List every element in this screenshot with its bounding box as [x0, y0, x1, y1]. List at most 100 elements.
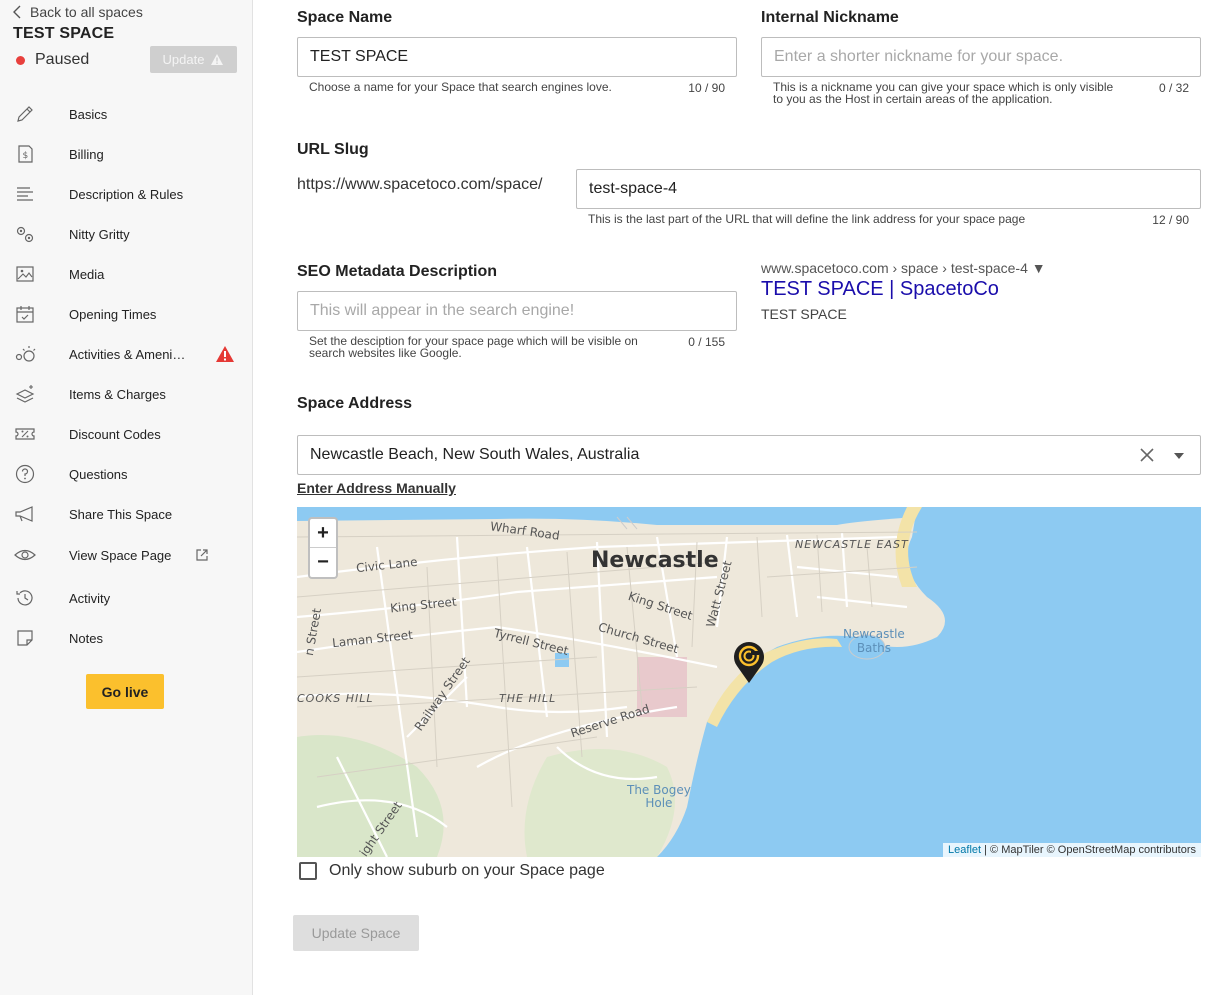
- zoom-in-button[interactable]: +: [310, 519, 336, 548]
- map-label-cooks-hill: COOKS HILL: [297, 692, 374, 705]
- url-slug-prefix: https://www.spacetoco.com/space/: [297, 176, 543, 193]
- pencil-icon: [14, 103, 36, 125]
- chevron-left-icon: [13, 5, 21, 19]
- seo-preview-url: www.spacetoco.com › space › test-space-4…: [761, 260, 1046, 276]
- map-label-the-hill: THE HILL: [499, 692, 557, 705]
- sidebar-item-discount-codes[interactable]: Discount Codes: [0, 414, 253, 454]
- sidebar-item-media[interactable]: Media: [0, 254, 253, 294]
- sidebar-item-label: Activity: [69, 590, 111, 606]
- sidebar-item-label: Nitty Gritty: [69, 226, 130, 242]
- seo-description-input[interactable]: This will appear in the search engine!: [297, 291, 737, 331]
- update-space-button[interactable]: Update Space: [293, 915, 419, 951]
- seo-description-label: SEO Metadata Description: [297, 263, 498, 280]
- url-slug-helper: This is the last part of the URL that wi…: [588, 212, 1026, 226]
- sidebar-item-view-space-page[interactable]: View Space Page: [0, 535, 253, 575]
- megaphone-icon: [14, 503, 36, 525]
- gears-icon: [14, 223, 36, 245]
- map-label-newcastle-east: NEWCASTLE EAST: [795, 538, 909, 551]
- sidebar-item-label: View Space Page: [69, 547, 172, 563]
- question-icon: [14, 463, 36, 485]
- url-slug-label: URL Slug: [297, 141, 369, 158]
- note-icon: [14, 627, 36, 649]
- history-icon: [14, 587, 36, 609]
- url-slug-input[interactable]: test-space-4: [576, 169, 1201, 209]
- sidebar-item-activities-amenities[interactable]: Activities & Ameni…: [0, 334, 253, 374]
- map-zoom-control: + −: [308, 517, 338, 579]
- status-label: Paused: [35, 51, 90, 68]
- text-lines-icon: [14, 183, 36, 205]
- space-name-helper: Choose a name for your Space that search…: [309, 80, 612, 94]
- sidebar-item-label: Opening Times: [69, 306, 157, 322]
- alert-icon: [216, 346, 234, 362]
- update-button-label: Update: [162, 52, 205, 67]
- space-address-value: Newcastle Beach, New South Wales, Austra…: [310, 446, 640, 463]
- go-live-button[interactable]: Go live: [86, 674, 164, 709]
- suburb-only-checkbox[interactable]: [299, 862, 317, 880]
- space-status: Paused: [16, 51, 89, 69]
- image-icon: [14, 263, 36, 285]
- update-button[interactable]: Update: [150, 46, 237, 73]
- calendar-icon: [14, 303, 36, 325]
- layers-icon: [14, 383, 36, 405]
- sidebar-item-items-charges[interactable]: Items & Charges: [0, 374, 253, 414]
- space-address-select[interactable]: Newcastle Beach, New South Wales, Austra…: [297, 435, 1201, 475]
- space-name-counter: 10 / 90: [688, 81, 725, 95]
- space-title: TEST SPACE: [13, 25, 115, 42]
- chevron-down-icon[interactable]: [1174, 453, 1184, 459]
- internal-nickname-helper-line2: to you as the Host in certain areas of t…: [773, 92, 1053, 106]
- sidebar-item-share-this-space[interactable]: Share This Space: [0, 494, 253, 534]
- location-pin-icon[interactable]: [731, 638, 767, 684]
- clear-icon[interactable]: [1138, 446, 1156, 464]
- eye-icon: [14, 544, 36, 566]
- sidebar-item-label: Activities & Ameni…: [69, 346, 186, 362]
- sidebar-item-questions[interactable]: Questions: [0, 454, 253, 494]
- sidebar-item-label: Description & Rules: [69, 186, 184, 202]
- sidebar-item-label: Share This Space: [69, 506, 173, 522]
- zoom-out-button[interactable]: −: [310, 548, 336, 577]
- sidebar-item-nitty-gritty[interactable]: Nitty Gritty: [0, 214, 253, 254]
- space-name-label: Space Name: [297, 9, 393, 26]
- map-attribution: Leaflet | © MapTiler © OpenStreetMap con…: [943, 843, 1201, 857]
- map-label-newcastle: Newcastle: [591, 548, 719, 573]
- invoice-icon: $: [14, 143, 36, 165]
- url-slug-counter: 12 / 90: [1152, 213, 1189, 227]
- sidebar-item-label: Notes: [69, 630, 103, 646]
- status-dot-icon: [16, 55, 25, 65]
- suburb-only-label: Only show suburb on your Space page: [329, 862, 605, 879]
- sidebar-item-label: Media: [69, 266, 105, 282]
- sidebar-item-label: Billing: [69, 146, 104, 162]
- internal-nickname-input[interactable]: Enter a shorter nickname for your space.: [761, 37, 1201, 77]
- sidebar-item-description-rules[interactable]: Description & Rules: [0, 174, 253, 214]
- sidebar-item-label: Basics: [69, 106, 108, 122]
- seo-description-helper-line2: search websites like Google.: [309, 346, 462, 360]
- suburb-only-option[interactable]: Only show suburb on your Space page: [299, 862, 605, 880]
- sidebar-item-opening-times[interactable]: Opening Times: [0, 294, 253, 334]
- address-map[interactable]: Wharf Road Civic Lane Newcastle NEWCASTL…: [297, 507, 1201, 857]
- space-name-input[interactable]: TEST SPACE: [297, 37, 737, 77]
- map-label-bogey-hole: The Bogey Hole: [627, 783, 691, 810]
- warning-icon: [211, 54, 224, 65]
- sidebar-item-label: Questions: [69, 466, 128, 482]
- seo-preview-description: TEST SPACE: [761, 306, 847, 322]
- svg-text:$: $: [23, 151, 29, 161]
- internal-nickname-label: Internal Nickname: [761, 9, 899, 26]
- sidebar: Back to all spaces TEST SPACE Paused Upd…: [0, 0, 253, 995]
- sidebar-item-notes[interactable]: Notes: [0, 618, 253, 658]
- seo-description-counter: 0 / 155: [688, 335, 725, 349]
- activities-icon: [14, 343, 36, 365]
- map-label-newcastle-baths: Newcastle Baths: [843, 627, 905, 655]
- sidebar-item-activity[interactable]: Activity: [0, 578, 253, 618]
- leaflet-link[interactable]: Leaflet: [948, 844, 981, 856]
- ticket-icon: [14, 423, 36, 445]
- back-to-spaces-link[interactable]: Back to all spaces: [12, 4, 143, 20]
- seo-preview-title: TEST SPACE | SpacetoCo: [761, 278, 999, 300]
- attribution-text: | © MapTiler © OpenStreetMap contributor…: [981, 844, 1196, 856]
- external-link-icon: [196, 549, 208, 561]
- sidebar-item-label: Discount Codes: [69, 426, 161, 442]
- internal-nickname-counter: 0 / 32: [1158, 81, 1189, 95]
- space-address-label: Space Address: [297, 395, 413, 412]
- sidebar-item-label: Items & Charges: [69, 386, 166, 402]
- sidebar-item-basics[interactable]: Basics: [0, 94, 253, 134]
- enter-address-manually-link[interactable]: Enter Address Manually: [297, 480, 456, 496]
- sidebar-item-billing[interactable]: $ Billing: [0, 134, 253, 174]
